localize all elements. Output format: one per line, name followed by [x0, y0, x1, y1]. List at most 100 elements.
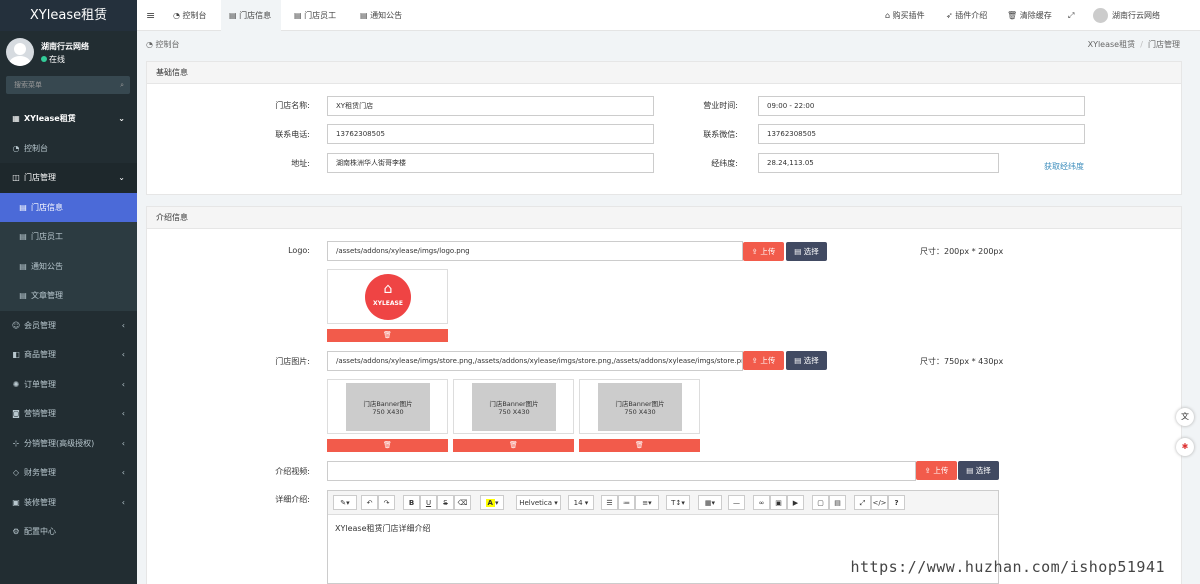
sidebar-item[interactable]: ▤ 门店员工: [0, 222, 137, 252]
network-icon[interactable]: ✱: [1176, 438, 1194, 456]
bullet-list-icon[interactable]: ☰: [601, 495, 618, 510]
store-icon: ◫: [12, 173, 20, 182]
brand-logo[interactable]: XYlease租赁: [0, 0, 137, 31]
address-input[interactable]: 湖南株洲华人街哥李楼: [327, 153, 654, 173]
sidebar-item[interactable]: ▣ 装修管理 ‹: [0, 488, 137, 518]
logo-delete-button[interactable]: 🗑: [327, 329, 448, 342]
user-panel: 湖南行云网络 在线: [0, 35, 137, 73]
get-geo-link[interactable]: 获取经纬度: [1044, 161, 1084, 172]
chevron-left-icon: ‹: [121, 320, 125, 330]
store-name-input[interactable]: XY租赁门店: [327, 96, 654, 116]
buy-plugin-link[interactable]: ⌂ 购买插件: [885, 0, 925, 31]
banner-placeholder: 门店Banner图片 750 X430: [472, 383, 556, 431]
translate-icon[interactable]: 文: [1176, 408, 1194, 426]
table-icon[interactable]: ▦▾: [698, 495, 722, 510]
font-size-select[interactable]: 14 ▾: [568, 495, 594, 510]
sidebar-item-label: 会员管理: [24, 320, 56, 330]
sidebar-item[interactable]: ⊹ 分销管理(高级授权) ‹: [0, 429, 137, 459]
button-label: 选择: [803, 356, 819, 365]
sidebar-item[interactable]: ✺ 订单管理 ‹: [0, 370, 137, 400]
video-icon[interactable]: ▶: [787, 495, 804, 510]
wechat-input[interactable]: 13762308505: [758, 124, 1085, 144]
button-label: 上传: [760, 356, 776, 365]
button-label: 上传: [760, 247, 776, 256]
banner-dim: 750 X430: [498, 408, 530, 416]
sidebar-item[interactable]: ▦ XYlease租赁 ⌄: [0, 104, 137, 134]
fullscreen-icon[interactable]: ⤢: [854, 495, 871, 510]
logo-path-input[interactable]: /assets/addons/xylease/imgs/logo.png: [327, 241, 743, 261]
align-icon[interactable]: ≡▾: [635, 495, 659, 510]
tab-store-staff[interactable]: ▤ 门店员工: [286, 0, 346, 31]
sidebar-item[interactable]: ▤ 门店信息: [0, 192, 137, 222]
code-icon[interactable]: </>: [871, 495, 888, 510]
crumb-dashboard[interactable]: ◔ 控制台: [146, 31, 180, 59]
tab-store-info[interactable]: ▤ 门店信息: [221, 0, 281, 31]
tab-notice[interactable]: ▤ 通知公告: [352, 0, 412, 31]
redo-icon[interactable]: ↷: [378, 495, 395, 510]
sidebar-item[interactable]: ▤ 文章管理: [0, 281, 137, 311]
logo-upload-button[interactable]: ⇪ 上传: [743, 242, 784, 261]
editor-content[interactable]: XYlease租赁门店详细介绍: [328, 515, 998, 542]
search-icon[interactable]: ⌕: [120, 76, 124, 94]
hours-input[interactable]: 09:00 - 22:00: [758, 96, 1085, 116]
link-icon[interactable]: ∞: [753, 495, 770, 510]
store-image-choose-button[interactable]: ▤ 选择: [786, 351, 827, 370]
sidebar-item[interactable]: ◇ 财务管理 ‹: [0, 458, 137, 488]
sidebar-item[interactable]: ◔ 控制台: [0, 134, 137, 164]
store-image-upload-button[interactable]: ⇪ 上传: [743, 351, 784, 370]
grid-icon: ▦: [12, 114, 20, 123]
list-icon: ▤: [19, 261, 27, 271]
number-list-icon[interactable]: ≔: [618, 495, 635, 510]
sidebar-item-label: 商品管理: [24, 350, 56, 359]
crumb-path: XYlease租赁 / 门店管理: [1088, 31, 1180, 59]
gear-icon: ⚙: [12, 527, 20, 536]
sidebar-item[interactable]: ◫ 门店管理 ⌄: [0, 163, 137, 193]
logo-choose-button[interactable]: ▤ 选择: [786, 242, 827, 261]
video-choose-button[interactable]: ▤ 选择: [958, 461, 999, 480]
underline-icon[interactable]: U: [420, 495, 437, 510]
sidebar-item[interactable]: ☺ 会员管理 ‹: [0, 311, 137, 341]
trash-icon: 🗑: [509, 441, 518, 449]
undo-icon[interactable]: ↶: [361, 495, 378, 510]
line-height-icon[interactable]: T↕▾: [666, 495, 690, 510]
help-icon[interactable]: ?: [888, 495, 905, 510]
phone-input[interactable]: 13762308505: [327, 124, 654, 144]
magic-icon[interactable]: ✎▾: [333, 495, 357, 510]
list-icon: ▤: [966, 466, 976, 475]
menu-search-input[interactable]: 搜索菜单 ⌕: [6, 76, 130, 94]
tab-dashboard[interactable]: ◔ 控制台: [165, 0, 217, 31]
user-menu[interactable]: 湖南行云网络: [1093, 0, 1160, 31]
chevron-left-icon: ‹: [121, 438, 125, 448]
dashboard-icon: ◔: [146, 40, 156, 49]
xylease-logo: ⌂ XYLEASE: [365, 274, 411, 320]
fullscreen-icon[interactable]: ⤢: [1068, 0, 1074, 31]
store-image-delete-button[interactable]: 🗑: [579, 439, 700, 452]
file-icon[interactable]: ▢: [812, 495, 829, 510]
plugin-intro-link[interactable]: ➶ 插件介绍: [946, 0, 987, 31]
sidebar-item[interactable]: ◙ 营销管理 ‹: [0, 399, 137, 429]
sidebar-item[interactable]: ◧ 商品管理 ‹: [0, 340, 137, 370]
bold-icon[interactable]: B: [403, 495, 420, 510]
sidebar-item[interactable]: ▤ 通知公告: [0, 251, 137, 281]
crumb-item[interactable]: XYlease租赁: [1088, 40, 1136, 49]
home-icon: ⌂: [885, 11, 893, 20]
video-upload-button[interactable]: ⇪ 上传: [916, 461, 957, 480]
store-image-input[interactable]: /assets/addons/xylease/imgs/store.png,/a…: [327, 351, 743, 371]
video-input[interactable]: [327, 461, 916, 481]
strikethrough-icon[interactable]: S: [437, 495, 454, 510]
clear-cache-link[interactable]: 🗑 清除缓存: [1007, 0, 1052, 31]
image-icon[interactable]: ▣: [770, 495, 787, 510]
breadcrumb: ◔ 控制台 XYlease租赁 / 门店管理: [137, 31, 1200, 59]
banner-placeholder: 门店Banner图片 750 X430: [346, 383, 430, 431]
sidebar-item[interactable]: ⚙ 配置中心: [0, 517, 137, 547]
link-label: 插件介绍: [955, 11, 988, 20]
hr-icon[interactable]: —: [728, 495, 745, 510]
store-image-delete-button[interactable]: 🗑: [327, 439, 448, 452]
font-family-select[interactable]: Helvetica ▾: [516, 495, 561, 510]
store-image-delete-button[interactable]: 🗑: [453, 439, 574, 452]
menu-toggle-icon[interactable]: ≡: [146, 0, 155, 31]
doc-icon[interactable]: ▤: [829, 495, 846, 510]
geo-input[interactable]: 28.24,113.05: [758, 153, 999, 173]
color-icon[interactable]: A ▾: [480, 495, 504, 510]
eraser-icon[interactable]: ⌫: [454, 495, 471, 510]
